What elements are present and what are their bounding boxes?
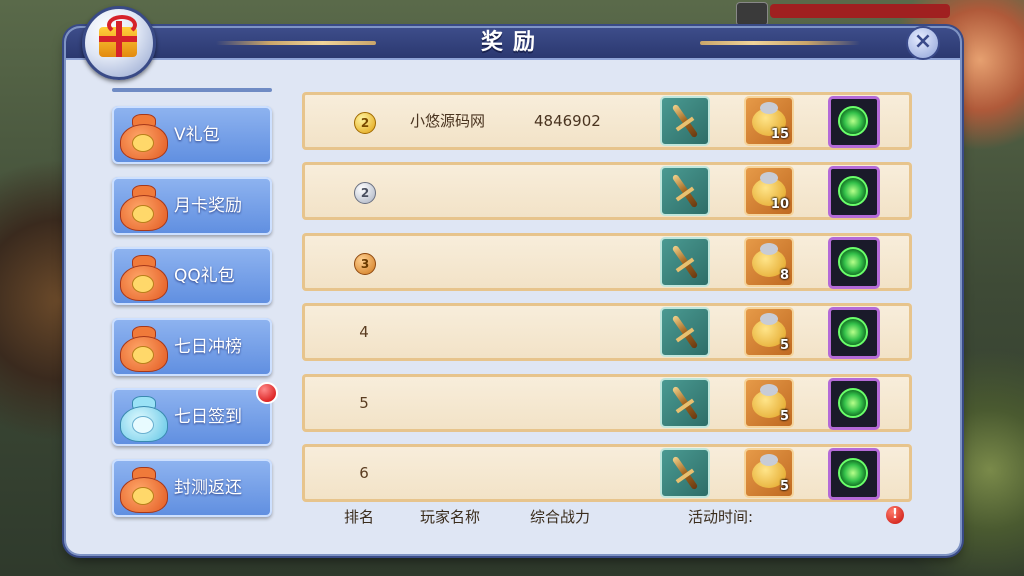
reward-row: 6 5 bbox=[302, 444, 912, 502]
money-bag-item-icon[interactable]: 10 bbox=[744, 166, 794, 216]
money-bag-item-icon[interactable]: 5 bbox=[744, 448, 794, 498]
orange-bag-icon bbox=[118, 251, 168, 301]
combat-power-column-label: 综合战力 bbox=[530, 508, 591, 526]
orange-bag-icon bbox=[118, 110, 168, 160]
tab-monthly-card[interactable]: 月卡奖励 bbox=[112, 177, 272, 235]
orange-bag-icon bbox=[118, 181, 168, 231]
orange-bag-icon bbox=[118, 322, 168, 372]
item-quantity: 5 bbox=[779, 479, 789, 494]
combat-power: 4846902 bbox=[534, 112, 601, 130]
reward-row: 5 5 bbox=[302, 374, 912, 432]
money-bag-item-icon[interactable]: 15 bbox=[744, 96, 794, 146]
green-swirl-item-icon[interactable] bbox=[828, 166, 880, 218]
green-swirl-item-icon[interactable] bbox=[828, 307, 880, 359]
tab-beta-refund[interactable]: 封测返还 bbox=[112, 459, 272, 517]
reward-row: 4 5 bbox=[302, 303, 912, 361]
reward-dialog: 奖励 × V礼包 月卡奖励 QQ礼包 七日冲榜 七日签到 封测返还 2 小悠源码… bbox=[66, 6, 960, 554]
player-name-column-label: 玩家名称 bbox=[420, 508, 481, 526]
dagger-item-icon[interactable] bbox=[660, 378, 710, 428]
rank-number: 5 bbox=[359, 394, 369, 412]
money-bag-item-icon[interactable]: 5 bbox=[744, 378, 794, 428]
reward-row: 2 10 bbox=[302, 162, 912, 220]
info-alert-icon[interactable]: ! bbox=[886, 506, 904, 524]
tab-seven-day-ranking[interactable]: 七日冲榜 bbox=[112, 318, 272, 376]
tab-label: 七日冲榜 bbox=[174, 337, 242, 357]
rank-number: 6 bbox=[359, 464, 369, 482]
dagger-item-icon[interactable] bbox=[660, 237, 710, 287]
tab-label: V礼包 bbox=[174, 125, 220, 145]
reward-row: 2 小悠源码网 4846902 15 bbox=[302, 92, 912, 150]
money-bag-item-icon[interactable]: 8 bbox=[744, 237, 794, 287]
rank-medal-gold: 2 bbox=[354, 112, 376, 134]
dagger-item-icon[interactable] bbox=[660, 307, 710, 357]
tab-label: 七日签到 bbox=[174, 407, 242, 427]
item-quantity: 5 bbox=[779, 409, 789, 424]
gift-box-icon bbox=[82, 6, 156, 80]
rank-medal-bronze: 3 bbox=[354, 253, 376, 275]
green-swirl-item-icon[interactable] bbox=[828, 448, 880, 500]
green-swirl-item-icon[interactable] bbox=[828, 237, 880, 289]
green-swirl-item-icon[interactable] bbox=[828, 96, 880, 148]
hud-bar bbox=[770, 4, 950, 18]
item-quantity: 10 bbox=[770, 197, 789, 212]
dagger-item-icon[interactable] bbox=[660, 96, 710, 146]
close-button[interactable]: × bbox=[906, 26, 940, 60]
exp-indicator bbox=[736, 2, 768, 26]
tab-label: 封测返还 bbox=[174, 478, 242, 498]
blue-bag-icon bbox=[118, 392, 168, 442]
sidebar-divider bbox=[112, 88, 272, 92]
event-time-label: 活动时间: bbox=[688, 508, 754, 526]
item-quantity: 15 bbox=[770, 127, 789, 142]
rank-column-label: 排名 bbox=[344, 508, 375, 526]
dialog-title: 奖励 bbox=[480, 30, 545, 55]
close-icon: × bbox=[913, 29, 933, 54]
tab-label: QQ礼包 bbox=[174, 266, 235, 286]
dagger-item-icon[interactable] bbox=[660, 166, 710, 216]
green-swirl-item-icon[interactable] bbox=[828, 378, 880, 430]
rank-medal-silver: 2 bbox=[354, 182, 376, 204]
player-name: 小悠源码网 bbox=[410, 112, 486, 130]
item-quantity: 5 bbox=[779, 338, 789, 353]
reward-row: 3 8 bbox=[302, 233, 912, 291]
tab-qq-gift[interactable]: QQ礼包 bbox=[112, 247, 272, 305]
orange-bag-icon bbox=[118, 463, 168, 513]
money-bag-item-icon[interactable]: 5 bbox=[744, 307, 794, 357]
dagger-item-icon[interactable] bbox=[660, 448, 710, 498]
tab-label: 月卡奖励 bbox=[174, 196, 242, 216]
title-bar: 奖励 bbox=[66, 28, 960, 60]
rank-number: 4 bbox=[359, 323, 369, 341]
footer-labels: 排名 玩家名称 综合战力 活动时间: bbox=[302, 504, 922, 530]
item-quantity: 8 bbox=[779, 268, 789, 283]
tab-seven-day-checkin[interactable]: 七日签到 bbox=[112, 382, 278, 446]
notification-badge bbox=[256, 382, 278, 404]
tab-v-gift[interactable]: V礼包 bbox=[112, 106, 272, 164]
